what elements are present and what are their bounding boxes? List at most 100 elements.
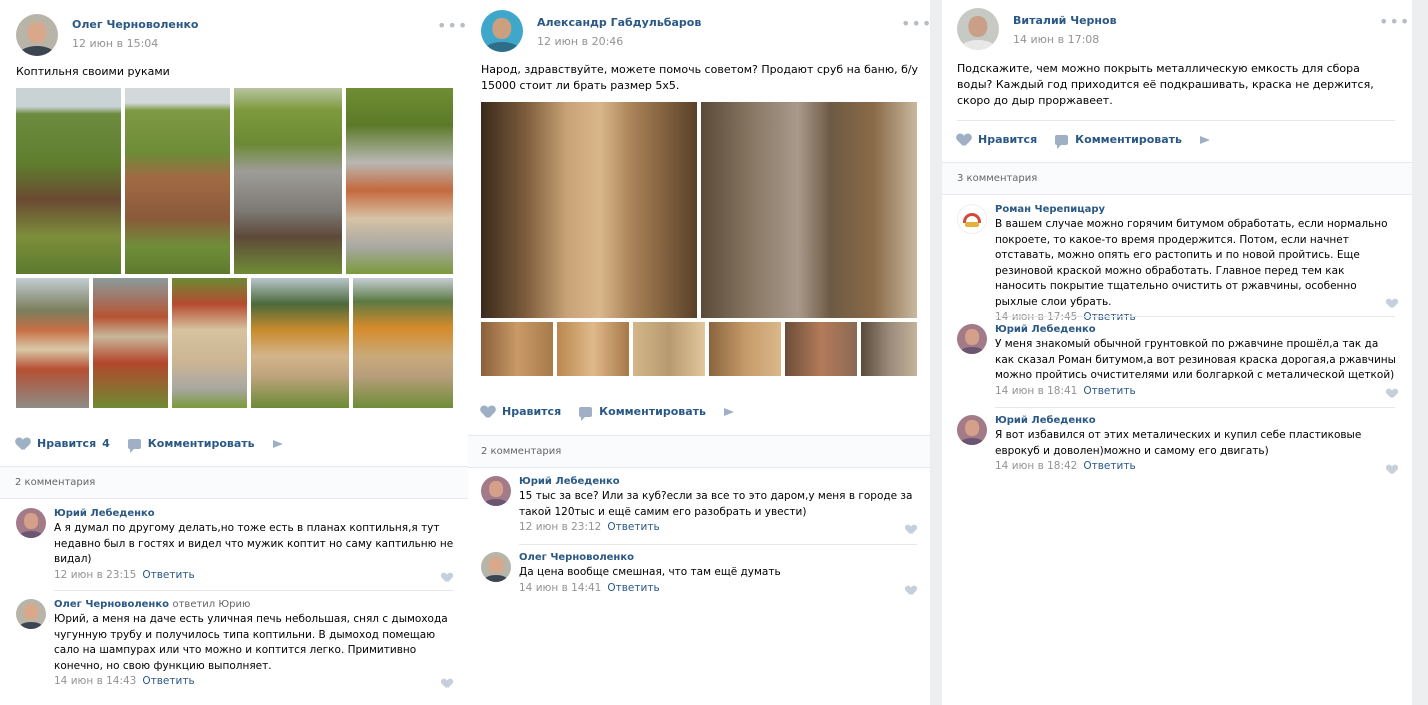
reply-link[interactable]: Ответить [142,675,194,687]
like-button[interactable]: Нравится [957,133,1037,146]
photo[interactable] [16,278,89,408]
comment-date[interactable]: 12 июн в 23:15 [54,569,136,581]
more-icon[interactable]: ••• [437,18,468,34]
avatar[interactable] [481,552,511,582]
post-author[interactable]: Александр Габдульбаров [537,16,701,29]
post-date[interactable]: 14 июн в 17:08 [1013,33,1117,46]
photo[interactable] [346,88,453,274]
reply-to-label[interactable]: ответил Юрию [172,599,250,610]
comment-button[interactable]: Комментировать [1055,133,1182,149]
reply-link[interactable]: Ответить [1083,460,1135,472]
comment-date[interactable]: 12 июн в 23:12 [519,521,601,533]
avatar[interactable] [957,415,987,445]
comment-text: У меня знакомый обычной грунтовкой по рж… [995,338,1396,381]
post-author[interactable]: Виталий Чернов [1013,14,1117,27]
comment-author[interactable]: Юрий Лебеденко [995,324,1397,335]
comment-author[interactable]: Юрий Лебеденко [519,476,919,487]
like-button[interactable]: Нравится [481,405,561,418]
comment-author[interactable]: Олег Черноволенко [54,599,169,610]
comments-count: 3 комментария [942,162,1412,195]
share-icon [724,406,736,417]
reply-link[interactable]: Ответить [1083,385,1135,397]
reply-link[interactable]: Ответить [607,582,659,594]
photo[interactable] [481,102,697,318]
comment-like-icon[interactable] [1387,465,1397,474]
photo[interactable] [861,322,917,376]
reply-link[interactable]: Ответить [1083,311,1135,323]
more-icon[interactable]: ••• [1379,14,1410,30]
post-text: Коптильня своими руками [16,65,170,78]
post-author[interactable]: Олег Черноволенко [72,18,198,31]
comment-like-icon[interactable] [906,525,916,534]
avatar[interactable] [16,508,46,538]
comment-text: Да цена вообще смешная, что там ещё дума… [519,566,781,578]
photo[interactable] [709,322,781,376]
comments-count: 2 комментария [468,435,930,468]
comment-icon [127,438,141,453]
photo[interactable] [557,322,629,376]
photo[interactable] [93,278,168,408]
comment-like-icon[interactable] [442,679,452,688]
comment-button[interactable]: Комментировать [579,405,706,421]
photo[interactable] [172,278,247,408]
like-count: 4 [102,437,110,450]
photo[interactable] [633,322,705,376]
avatar[interactable] [957,8,999,50]
heart-icon [957,134,971,146]
comment-label: Комментировать [147,437,255,450]
avatar[interactable] [16,14,58,56]
share-button[interactable] [1200,134,1219,145]
post-text: Народ, здравствуйте, можете помочь совет… [481,63,919,92]
comment-like-icon[interactable] [1387,299,1397,308]
comment-like-icon[interactable] [1387,389,1397,398]
post-1: Олег Черноволенко 12 июн в 15:04 ••• Коп… [0,0,468,705]
comment-author[interactable]: Роман Черепицару [995,204,1397,215]
post-2: Александр Габдульбаров 12 июн в 20:46 ••… [468,0,932,705]
comment-date[interactable]: 14 июн в 18:41 [995,385,1077,397]
like-label: Нравится [502,405,562,418]
photo[interactable] [785,322,857,376]
comment-text: 15 тыс за все? Или за куб?если за все то… [519,490,913,518]
comment-date[interactable]: 14 июн в 17:45 [995,311,1077,323]
comment-date[interactable]: 14 июн в 14:41 [519,582,601,594]
reply-link[interactable]: Ответить [142,569,194,581]
comment-author[interactable]: Юрий Лебеденко [54,508,454,519]
comment-author[interactable]: Юрий Лебеденко [995,415,1397,426]
avatar[interactable] [957,324,987,354]
divider [995,407,1395,408]
comment-label: Комментировать [1075,133,1182,146]
photo[interactable] [701,102,917,318]
post-date[interactable]: 12 июн в 15:04 [72,37,198,50]
photo[interactable] [353,278,453,408]
comment-like-icon[interactable] [906,586,916,595]
comment-author[interactable]: Олег Черноволенко [519,552,919,563]
share-button[interactable] [724,406,743,417]
avatar[interactable] [957,204,987,234]
divider [519,544,917,545]
avatar[interactable] [481,10,523,52]
photo[interactable] [16,88,121,274]
comment-like-icon[interactable] [442,573,452,582]
like-button[interactable]: Нравится 4 [16,437,110,450]
post-date[interactable]: 12 июн в 20:46 [537,35,701,48]
photo[interactable] [234,88,342,274]
photo[interactable] [251,278,349,408]
comment-date[interactable]: 14 июн в 14:43 [54,675,136,687]
comment-button[interactable]: Комментировать [127,437,255,453]
share-icon [1200,134,1212,145]
share-button[interactable] [273,438,292,449]
comment-date[interactable]: 14 июн в 18:42 [995,460,1077,472]
post-actions: Нравится Комментировать [957,133,1237,149]
divider [995,316,1395,317]
avatar[interactable] [16,599,46,629]
photo[interactable] [481,322,553,376]
heart-icon [16,438,30,450]
avatar[interactable] [481,476,511,506]
more-icon[interactable]: ••• [901,16,932,32]
post-3: Виталий Чернов 14 июн в 17:08 ••• Подска… [942,0,1412,705]
photo[interactable] [125,88,230,274]
comment-label: Комментировать [599,405,706,418]
comment-icon [1055,134,1069,149]
like-label: Нравится [978,133,1038,146]
reply-link[interactable]: Ответить [607,521,659,533]
